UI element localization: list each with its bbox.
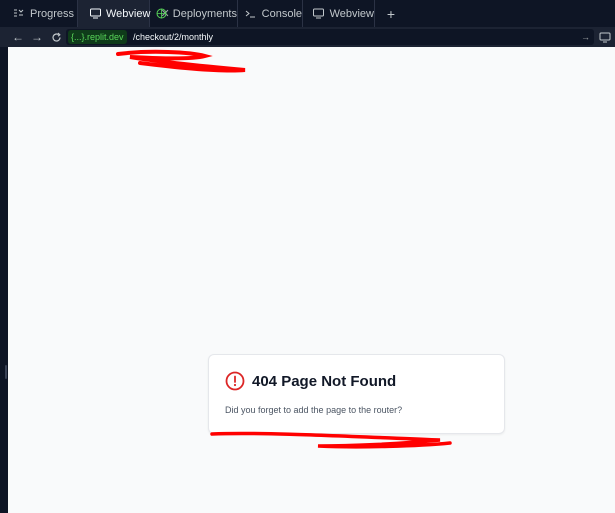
- tab-label: Webview: [329, 7, 374, 20]
- add-tab-button[interactable]: +: [384, 0, 398, 27]
- reload-icon[interactable]: [48, 29, 64, 45]
- tab-label: Progress: [30, 7, 75, 20]
- error-message: Did you forget to add the page to the ro…: [225, 405, 403, 415]
- monitor-icon: [90, 7, 101, 20]
- console-icon: [245, 7, 257, 20]
- monitor-icon: [312, 7, 325, 20]
- tab-label: Webview: [106, 7, 151, 20]
- tab-webview[interactable]: Webview: [303, 0, 375, 27]
- tab-console[interactable]: Console: [238, 0, 303, 27]
- tab-progress[interactable]: Progress: [0, 0, 78, 27]
- left-panel-edge: [0, 47, 8, 513]
- tab-deployments[interactable]: Deployments: [150, 0, 238, 27]
- tab-label: Console: [261, 7, 302, 20]
- url-bar: ← → {...}.replit.dev /checkout/2/monthly…: [0, 27, 615, 47]
- tab-bar: Progress Webview ✕ Deployments Console W…: [0, 0, 615, 28]
- url-path[interactable]: /checkout/2/monthly: [133, 29, 213, 45]
- tab-webview-active[interactable]: Webview ✕: [78, 0, 170, 27]
- domain-badge[interactable]: {...}.replit.dev: [68, 30, 127, 44]
- tab-label: Deployments: [172, 7, 237, 20]
- devtools-icon[interactable]: [598, 30, 612, 44]
- progress-icon: [12, 7, 25, 20]
- alert-circle-icon: [225, 371, 245, 391]
- webview-viewport: [8, 47, 615, 513]
- go-arrow-icon[interactable]: →: [581, 29, 590, 45]
- back-icon[interactable]: ←: [10, 29, 26, 45]
- deployments-icon: [156, 7, 168, 20]
- not-found-card: 404 Page Not Found Did you forget to add…: [208, 354, 505, 434]
- url-field[interactable]: {...}.replit.dev /checkout/2/monthly →: [66, 29, 594, 45]
- page-title: 404 Page Not Found: [252, 373, 397, 390]
- forward-icon[interactable]: →: [29, 29, 45, 45]
- resize-handle[interactable]: [5, 365, 7, 379]
